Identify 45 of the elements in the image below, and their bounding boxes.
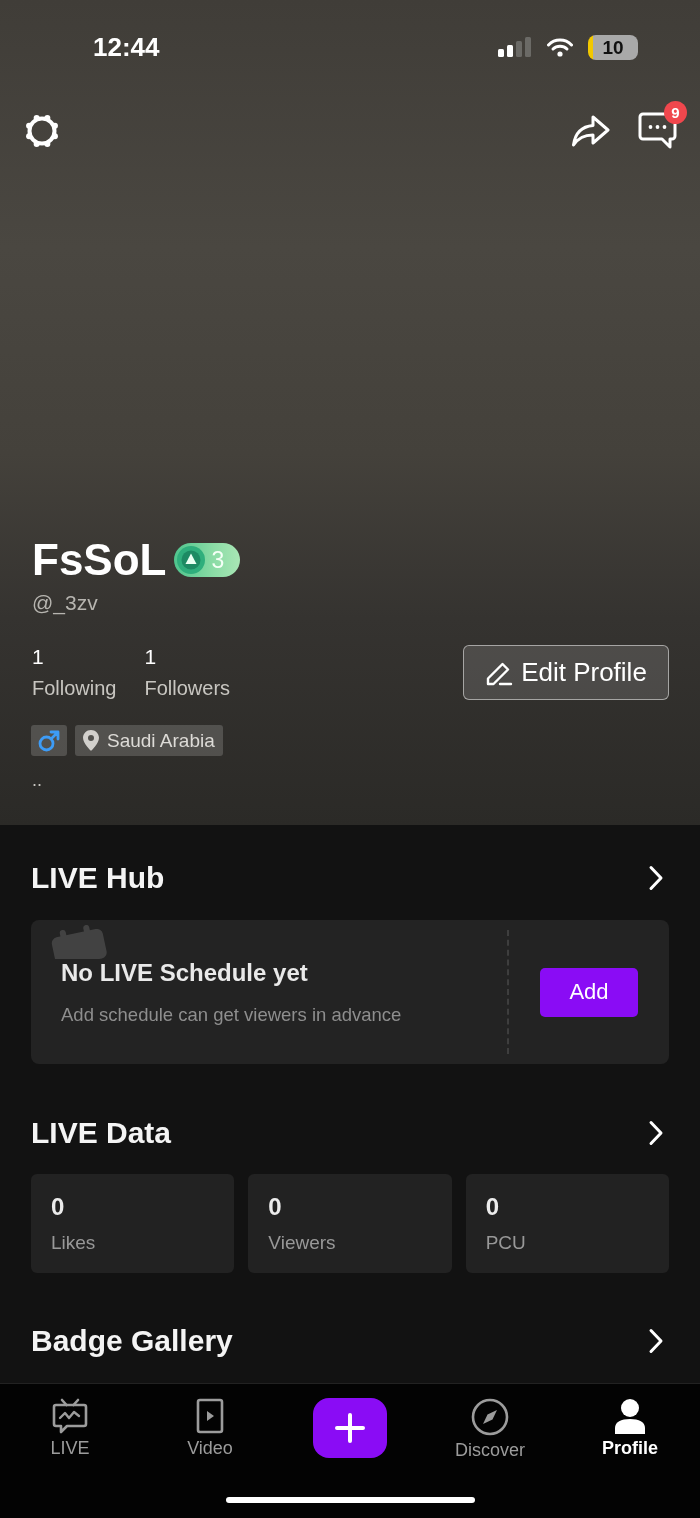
- battery-level: 10: [588, 34, 638, 60]
- profile-handle: @_3zv: [32, 590, 98, 616]
- status-time: 12:44: [93, 32, 160, 62]
- compass-icon: [471, 1398, 509, 1436]
- section-title: Badge Gallery: [31, 1323, 233, 1359]
- profile-name: FsSoL: [32, 534, 167, 586]
- section-title: LIVE Data: [31, 1115, 172, 1151]
- profile-tab[interactable]: Profile: [600, 1398, 660, 1459]
- wifi-icon: [547, 37, 573, 57]
- stat-value: 0: [51, 1192, 65, 1222]
- stat-value: 0: [485, 1192, 499, 1222]
- location-pin-icon: [83, 730, 99, 751]
- location-label: Saudi Arabia: [107, 728, 215, 753]
- create-button[interactable]: [313, 1398, 387, 1458]
- share-icon[interactable]: [571, 114, 610, 148]
- stat-value: 0: [268, 1192, 282, 1222]
- edit-profile-button[interactable]: Edit Profile: [463, 645, 669, 700]
- profile-bio: ..: [32, 770, 42, 790]
- video-tab[interactable]: Video: [180, 1398, 240, 1459]
- level-icon: [177, 546, 206, 574]
- tv-icon: [51, 1398, 89, 1434]
- stat-label: Likes: [51, 1231, 96, 1255]
- stat-label: Viewers: [268, 1231, 336, 1255]
- signal-icon: [498, 37, 532, 57]
- schedule-title: No LIVE Schedule yet: [61, 957, 308, 988]
- stat-label[interactable]: Following: [32, 675, 117, 701]
- stat-label[interactable]: Followers: [144, 675, 231, 701]
- notification-badge: 9: [664, 101, 687, 124]
- chevron-right-icon[interactable]: [648, 1120, 664, 1146]
- schedule-subtitle: Add schedule can get viewers in advance: [61, 1002, 402, 1027]
- live-tab[interactable]: LIVE: [40, 1398, 100, 1459]
- section-title: LIVE Hub: [31, 860, 165, 896]
- level-number: 3: [211, 546, 225, 574]
- person-icon: [613, 1398, 647, 1434]
- stat-value: 1: [32, 644, 44, 670]
- add-button[interactable]: Add: [540, 967, 638, 1017]
- chevron-right-icon[interactable]: [648, 1328, 664, 1354]
- plus-icon: [335, 1413, 365, 1443]
- discover-tab[interactable]: Discover: [455, 1398, 525, 1461]
- male-icon: [38, 729, 60, 752]
- settings-icon[interactable]: [24, 113, 60, 149]
- stat-label: PCU: [485, 1231, 526, 1255]
- chevron-right-icon[interactable]: [648, 865, 664, 891]
- video-icon: [196, 1398, 224, 1434]
- stat-value: 1: [144, 644, 157, 670]
